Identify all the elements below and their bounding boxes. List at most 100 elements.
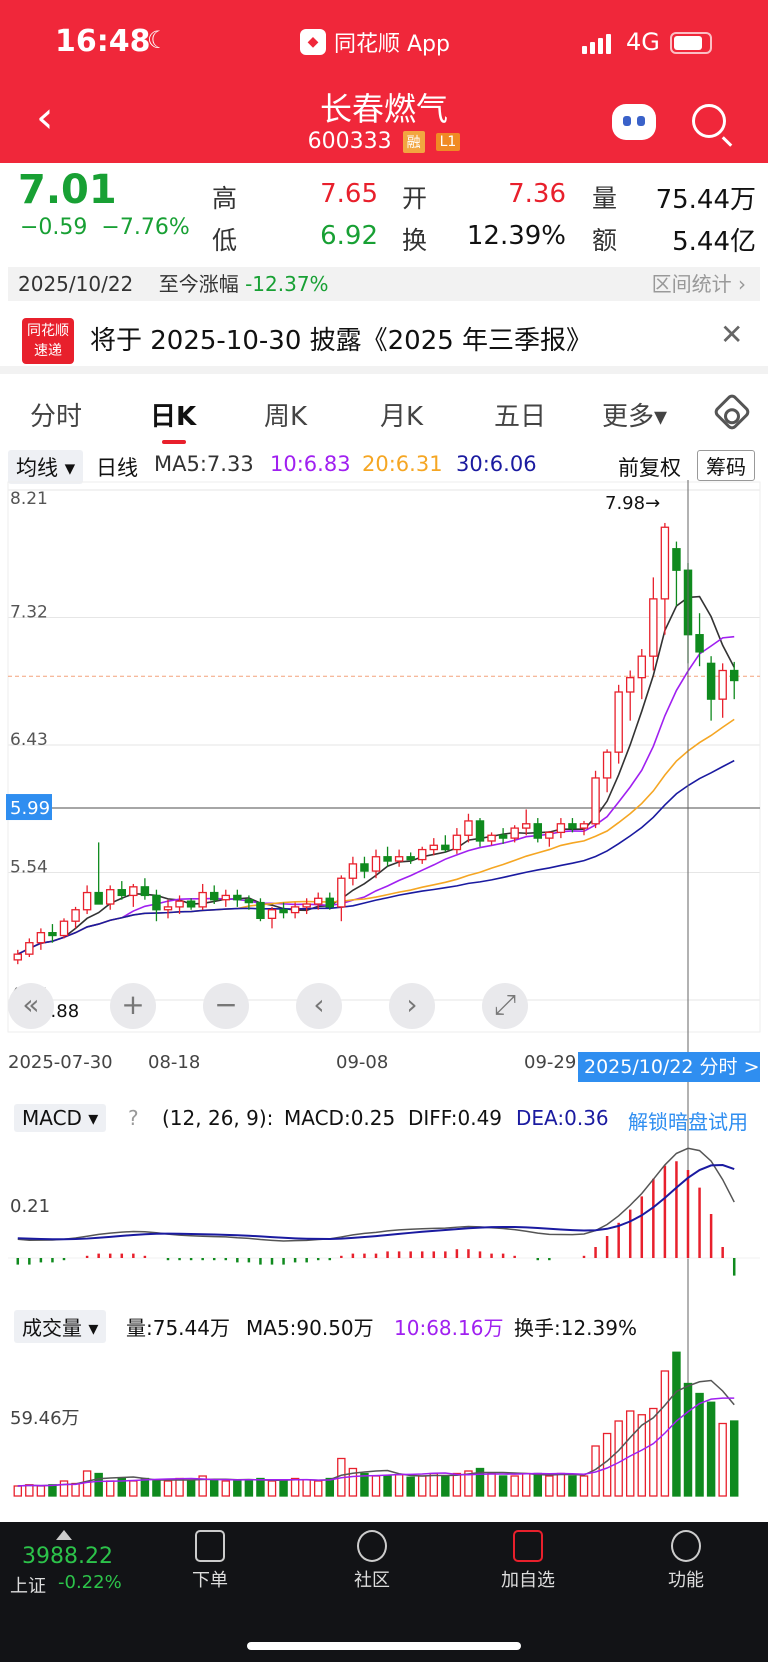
macd-params: (12, 26, 9): (162, 1106, 274, 1130)
nav-functions-label: 功能 (668, 1570, 704, 1591)
index-value[interactable]: 3988.22 (22, 1544, 113, 1569)
ma20-label: 20:6.31 (362, 452, 443, 476)
volume-bar (718, 1422, 727, 1497)
candle-body (452, 834, 462, 851)
nav-order[interactable]: 下单 (160, 1530, 260, 1592)
prev-icon[interactable]: ‹ (296, 983, 342, 1029)
volume-bar (186, 1480, 196, 1497)
candle-body (660, 526, 670, 600)
app-indicator[interactable]: ◆ 同花顺 App (300, 26, 450, 58)
amount-value: 5.44亿 (672, 227, 756, 257)
timeshare-button[interactable]: 2025/10/22 分时 > (578, 1052, 760, 1082)
volume-dropdown[interactable]: 成交量 ▾ (14, 1310, 107, 1343)
zoom-out-icon[interactable]: − (203, 983, 249, 1029)
range-stats-link[interactable]: 区间统计 › (652, 267, 746, 301)
low-value: 6.92 (320, 221, 378, 251)
news-logo-line1: 同花顺 (27, 323, 69, 339)
tab-daily-k[interactable]: 日K (150, 396, 196, 433)
news-banner[interactable]: 同花顺 速递 将于 2025-10-30 披露《2025 年三季报》 ✕ (0, 306, 768, 374)
volume-bar (13, 1485, 23, 1497)
help-icon[interactable]: ? (128, 1106, 139, 1130)
kline-frame (7, 481, 761, 1033)
volume-bar (695, 1392, 704, 1497)
candle-body (290, 906, 300, 914)
status-time: 16:48 (55, 24, 151, 59)
volume-bar (105, 1480, 115, 1497)
volume-bar (233, 1480, 242, 1497)
volume-bar (163, 1480, 173, 1497)
volume-bar (649, 1407, 658, 1497)
y-axis-label: 8.21 (10, 489, 48, 509)
l1-badge: L1 (435, 133, 461, 151)
candle-body (394, 856, 404, 862)
network-type: 4G (626, 28, 660, 56)
candle-body (475, 820, 485, 842)
date-tick: 08-18 (148, 1052, 201, 1073)
volume-bar (521, 1472, 531, 1497)
close-icon[interactable]: ✕ (720, 318, 743, 351)
tab-intraday[interactable]: 分时 (30, 396, 82, 433)
next-icon[interactable]: › (389, 983, 435, 1029)
search-icon[interactable] (692, 104, 726, 138)
candle-body (129, 886, 138, 897)
macd-dropdown[interactable]: MACD ▾ (14, 1104, 107, 1132)
status-bar: 16:48 ☾ ◆ 同花顺 App 4G (0, 0, 768, 80)
candle-body (140, 886, 150, 897)
date-tick: 09-29 (524, 1052, 577, 1073)
tab-more[interactable]: 更多▾ (602, 396, 667, 433)
candle-body (325, 897, 335, 908)
volume-bar (556, 1472, 566, 1497)
volume-bar (406, 1476, 415, 1497)
scroll-left-icon[interactable]: « (8, 983, 54, 1029)
candle-body (649, 598, 658, 657)
candle-body (545, 831, 554, 839)
candle-body (279, 909, 288, 914)
bottom-nav: 3988.22 上证 -0.22% 下单 社区 加自选 功能 (0, 1522, 768, 1662)
volume-bar (279, 1480, 288, 1497)
nav-community[interactable]: 社区 (322, 1530, 422, 1592)
nav-functions[interactable]: 功能 (636, 1530, 736, 1592)
candle-body (591, 777, 600, 825)
candle-body (175, 900, 184, 908)
candle-body (614, 691, 623, 753)
date-tick: 2025-07-30 (8, 1052, 113, 1073)
nav-add-watchlist[interactable]: 加自选 (478, 1530, 578, 1592)
active-tab-indicator (162, 440, 186, 444)
candle-body (556, 823, 566, 834)
adjust-mode[interactable]: 前复权 (618, 452, 681, 482)
tab-five-day[interactable]: 五日 (494, 396, 546, 433)
volume-bar (325, 1477, 335, 1497)
volume-bar (614, 1420, 623, 1497)
assistant-robot-icon[interactable] (612, 104, 656, 140)
indicator-dropdown[interactable]: 均线 ▾ (8, 450, 84, 484)
volume-bar (175, 1477, 184, 1497)
candle-body (82, 891, 92, 911)
chips-button[interactable]: 筹码 (697, 450, 755, 481)
range-stats-label: 区间统计 (651, 272, 732, 296)
candle-body (371, 856, 381, 872)
unlock-link[interactable]: 解锁暗盘试用 (628, 1106, 748, 1135)
interval-bar[interactable]: 2025/10/22 至今涨幅 -12.37% 区间统计 › (8, 267, 760, 301)
tab-weekly-k[interactable]: 周K (264, 396, 307, 433)
candle-body (348, 863, 358, 879)
change-pct: −7.76% (101, 215, 190, 240)
candle-body (186, 900, 196, 908)
volume-bar (221, 1480, 231, 1497)
zoom-in-icon[interactable]: + (110, 983, 156, 1029)
volume-bar (579, 1475, 589, 1497)
tab-monthly-k[interactable]: 月K (380, 396, 423, 433)
nav-order-label: 下单 (192, 1570, 228, 1591)
y-axis-label: 7.32 (10, 603, 48, 623)
low-label: 低 (212, 226, 238, 255)
candle-body (244, 899, 254, 904)
candle-body (464, 820, 473, 836)
moon-icon: ☾ (147, 26, 169, 54)
volume-bar (533, 1472, 543, 1497)
settings-icon[interactable] (712, 392, 752, 432)
interval-date: 2025/10/22 (18, 272, 134, 296)
ma5-label: MA5:7.33 (154, 452, 254, 476)
fullscreen-icon[interactable]: ⤢ (482, 983, 528, 1029)
since-value: -12.37% (245, 272, 329, 296)
period-label: 日线 (96, 456, 138, 480)
candle-body (406, 856, 415, 861)
